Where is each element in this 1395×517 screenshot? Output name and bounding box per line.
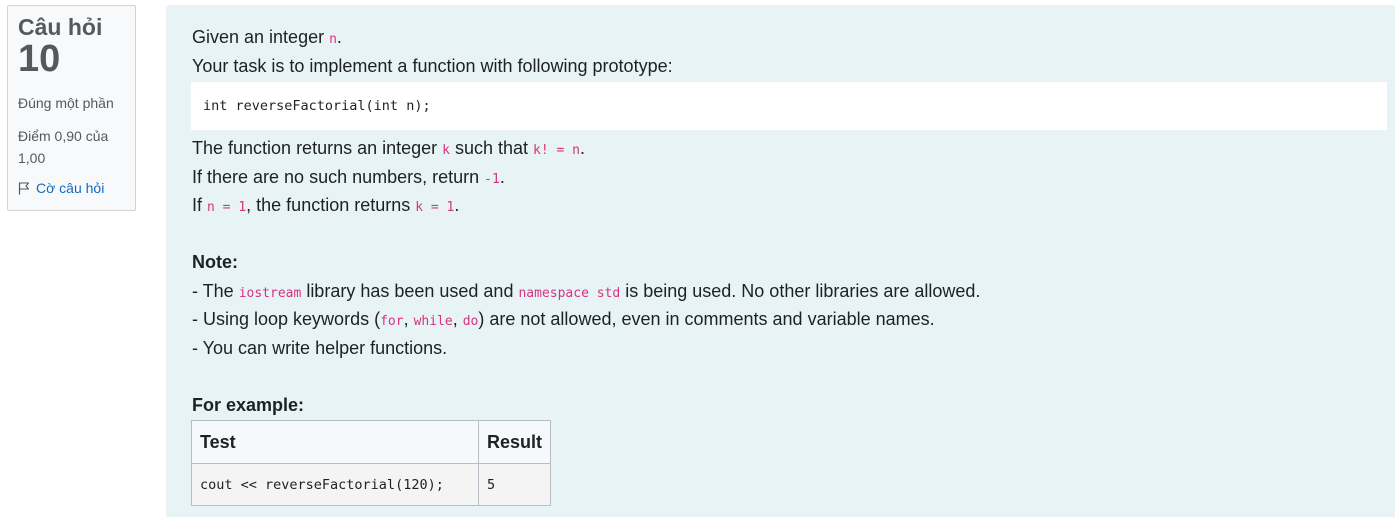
inline-code: k! = n	[533, 143, 581, 158]
test-cell: cout << reverseFactorial(120);	[191, 463, 479, 506]
column-header-test: Test	[191, 420, 479, 464]
question-content: Given an integer n. Your task is to impl…	[166, 5, 1395, 517]
inline-code: n = 1	[207, 200, 247, 215]
question-text: Given an integer n. Your task is to impl…	[191, 23, 1388, 419]
question-number: 10	[18, 38, 61, 80]
column-header-result: Result	[477, 420, 552, 464]
inline-code: do	[462, 314, 479, 329]
table-header-row: Test Result	[191, 420, 552, 464]
inline-code: for	[380, 314, 404, 329]
note-heading: Note:	[192, 252, 238, 272]
note-line-2: - Using loop keywords (for, while, do) a…	[192, 309, 935, 329]
example-heading: For example:	[192, 394, 305, 415]
question-line-3: The function returns an integer k such t…	[192, 138, 586, 158]
question-state: Đúng một phần	[18, 95, 114, 111]
result-cell: 5	[477, 463, 552, 506]
inline-code: n	[329, 32, 337, 47]
inline-code: iostream	[238, 285, 302, 301]
inline-code: while	[413, 314, 453, 329]
inline-code: k = 1	[415, 200, 455, 215]
flag-question-link[interactable]: Cờ câu hỏi	[18, 180, 135, 196]
flag-question-label: Cờ câu hỏi	[36, 180, 105, 196]
inline-code: k	[442, 143, 450, 158]
question-label: Câu hỏi	[18, 14, 103, 40]
question-line-4: If there are no such numbers, return -1.	[192, 166, 505, 187]
flag-icon	[18, 181, 30, 195]
note-line-3: - You can write helper functions.	[192, 337, 448, 358]
prototype-code: int reverseFactorial(int n);	[203, 97, 431, 114]
note-line-1: - The iostream library has been used and…	[192, 280, 981, 301]
question-line-2: Your task is to implement a function wit…	[192, 55, 673, 76]
question-grade: Điểm 0,90 của 1,00	[18, 128, 109, 166]
question-line-5: If n = 1, the function returns k = 1.	[192, 195, 460, 215]
example-table: Test Result cout << reverseFactorial(120…	[191, 420, 552, 506]
prototype-block: int reverseFactorial(int n);	[191, 82, 1387, 130]
table-row: cout << reverseFactorial(120); 5	[191, 463, 552, 506]
question-info-panel: Câu hỏi 10 Đúng một phần Điểm 0,90 của 1…	[7, 5, 136, 211]
inline-code: namespace std	[518, 285, 621, 301]
inline-code: -1	[484, 171, 500, 187]
question-line-1: Given an integer n.	[192, 27, 342, 47]
